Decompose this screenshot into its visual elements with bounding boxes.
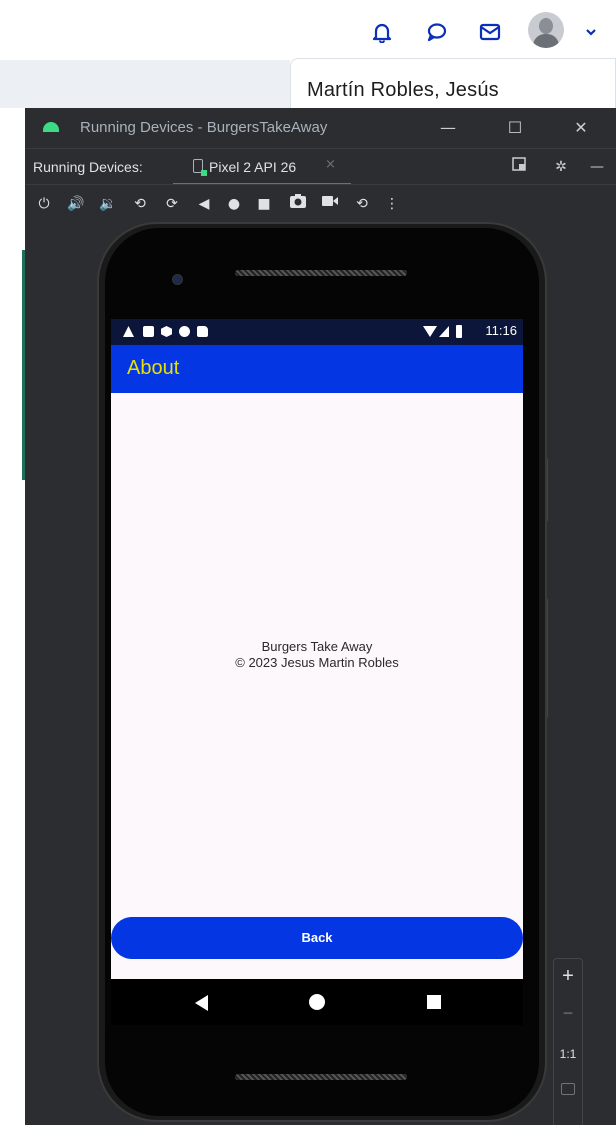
device-display-area: 11:16 About Burgers Take Away © 2023 Jes…	[25, 222, 616, 1125]
running-devices-label: Running Devices:	[33, 159, 143, 175]
device-icon	[193, 159, 207, 176]
hide-panel-icon[interactable]: —	[587, 157, 607, 177]
user-name: Martín Robles, Jesús	[307, 79, 499, 101]
front-camera	[172, 274, 183, 285]
warning-icon	[123, 326, 134, 337]
screenshot-root: Martín Robles, Jesús Running Devices - B…	[0, 0, 616, 1125]
notification-dot-icon	[179, 326, 190, 337]
background-page-edge	[0, 108, 25, 1125]
mail-icon[interactable]	[476, 18, 504, 46]
minimize-button[interactable]: —	[435, 116, 461, 140]
snapshot-icon[interactable]: ⟲	[351, 193, 373, 215]
zoom-out-button[interactable]: −	[554, 1003, 582, 1024]
sd-card-icon	[197, 326, 208, 337]
bell-icon[interactable]	[368, 18, 396, 46]
rotate-right-icon[interactable]: ⟳	[161, 193, 183, 215]
more-icon[interactable]: ⋮	[381, 193, 403, 215]
nav-recents-icon[interactable]	[427, 995, 441, 1009]
window-titlebar: Running Devices - BurgersTakeAway — ☐ ✕	[25, 108, 616, 148]
back-icon[interactable]: ◀	[193, 193, 215, 215]
rotate-left-icon[interactable]: ⟲	[129, 193, 151, 215]
close-window-button[interactable]: ✕	[568, 116, 594, 140]
app-name-text: Burgers Take Away	[261, 639, 373, 654]
user-menu-panel[interactable]: Martín Robles, Jesús	[290, 58, 616, 108]
chat-icon[interactable]	[422, 18, 450, 46]
nav-back-icon[interactable]	[195, 995, 208, 1011]
volume-down-icon[interactable]: 🔉	[97, 193, 119, 215]
volume-up-icon[interactable]: 🔊	[65, 193, 87, 215]
status-time: 11:16	[485, 323, 517, 338]
gear-icon[interactable]: ✲	[551, 157, 571, 177]
overview-icon[interactable]: ■	[253, 193, 275, 215]
home-icon[interactable]: ●	[223, 193, 245, 215]
top-header	[0, 0, 616, 60]
maximize-button[interactable]: ☐	[502, 116, 528, 140]
wifi-icon	[423, 326, 437, 337]
about-text: Burgers Take Away © 2023 Jesus Martin Ro…	[111, 639, 523, 671]
layout-icon[interactable]	[509, 157, 529, 177]
zoom-actual-size-button[interactable]: 1:1	[554, 1047, 582, 1061]
android-nav-bar	[111, 979, 523, 1025]
device-tab-label: Pixel 2 API 26	[209, 159, 297, 175]
zoom-fit-icon[interactable]	[561, 1083, 575, 1095]
nav-home-icon[interactable]	[309, 994, 325, 1010]
power-icon[interactable]: ⏻	[33, 193, 55, 215]
battery-icon	[456, 325, 462, 338]
zoom-in-button[interactable]: +	[554, 965, 582, 988]
copyright-text: © 2023 Jesus Martin Robles	[235, 655, 399, 670]
tab-pixel-2-api-26[interactable]: Pixel 2 API 26 ×	[173, 149, 351, 185]
notification-a-icon	[143, 326, 154, 337]
android-icon	[43, 122, 59, 132]
chevron-down-icon[interactable]	[580, 18, 602, 46]
shield-icon	[161, 326, 172, 337]
screenshot-icon[interactable]	[287, 193, 309, 215]
app-toolbar: About	[111, 345, 523, 393]
screen-record-icon[interactable]	[319, 193, 341, 215]
running-devices-window: Running Devices - BurgersTakeAway — ☐ ✕ …	[25, 108, 616, 1125]
bottom-speaker	[235, 1074, 407, 1080]
page-title: About	[127, 357, 180, 379]
phone-screen[interactable]: 11:16 About Burgers Take Away © 2023 Jes…	[111, 319, 523, 979]
zoom-controls: + − 1:1	[553, 958, 583, 1125]
window-title: Running Devices - BurgersTakeAway	[80, 119, 328, 136]
back-button[interactable]: Back	[111, 917, 523, 959]
top-speaker	[235, 270, 407, 276]
android-status-bar: 11:16	[111, 319, 523, 345]
header-background-strip	[0, 60, 290, 108]
close-tab-icon[interactable]: ×	[325, 157, 336, 172]
signal-icon	[439, 326, 449, 337]
device-tab-bar: Running Devices: Pixel 2 API 26 × ✲ —	[25, 148, 616, 185]
avatar[interactable]	[528, 12, 564, 48]
emulator-toolbar: ⏻ 🔊 🔉 ⟲ ⟳ ◀ ● ■ ⟲ ⋮	[25, 184, 616, 222]
